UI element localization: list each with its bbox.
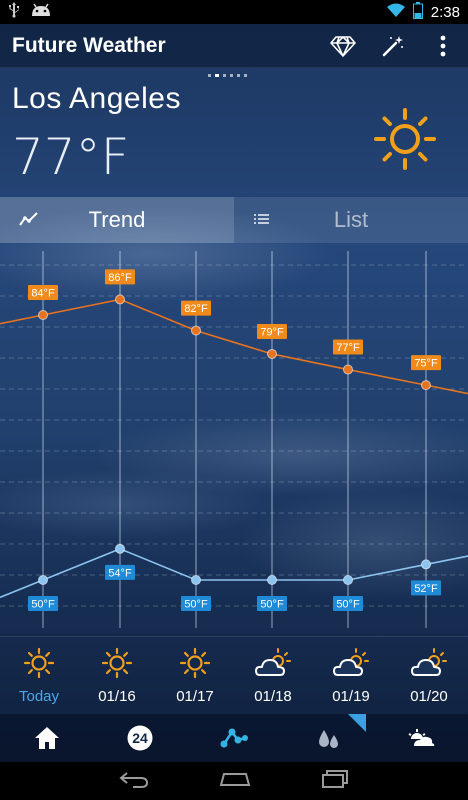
back-icon (119, 771, 149, 788)
high-temp-point (191, 325, 201, 336)
sunrise-icon (408, 729, 435, 746)
forecast-day[interactable]: 01/18 (234, 637, 312, 714)
nav-sunrise[interactable] (374, 714, 468, 762)
forecast-day[interactable]: 01/20 (390, 637, 468, 714)
action-bar: Future Weather (0, 24, 468, 68)
forecast-day-label: 01/17 (176, 688, 214, 705)
trend-chart: 84°F 86°F 82°F 79°F 77°F 75°F 50°F 54°F 50°F 50°F… (0, 243, 468, 635)
nav-trend[interactable] (187, 714, 281, 762)
tab-trend[interactable]: Trend (0, 197, 234, 243)
partly-cloudy-icon (332, 647, 370, 684)
forecast-day[interactable]: 01/16 (78, 637, 156, 714)
clock: 2:38 (430, 3, 460, 21)
trend-nodes-icon (220, 728, 248, 748)
city-name: Los Angeles (12, 82, 181, 115)
high-temp-label: 77°F (336, 342, 360, 354)
forecast-day[interactable]: 01/19 (312, 637, 390, 714)
low-temp-label: 50°F (336, 599, 360, 611)
diamond-icon (330, 35, 356, 57)
recents-icon (322, 769, 348, 788)
status-bar: 2:38 (0, 0, 468, 24)
low-temp-point (267, 575, 277, 585)
tab-list[interactable]: List (234, 197, 468, 243)
android-icon (30, 3, 52, 21)
low-temp-label: 52°F (414, 583, 438, 595)
high-temp-label: 75°F (414, 358, 438, 370)
high-temp-point (115, 294, 125, 305)
view-tabs: Trend List (0, 197, 468, 243)
24-hour-icon: 24 (127, 725, 153, 751)
svg-text:24: 24 (133, 730, 149, 746)
diamond-button[interactable] (318, 24, 368, 68)
list-icon (252, 209, 272, 234)
current-temperature: 77°F (12, 128, 130, 186)
system-navigation-bar (0, 762, 468, 800)
forecast-day[interactable]: Today (0, 637, 78, 714)
high-temp-label: 84°F (31, 288, 55, 300)
low-temp-point (38, 575, 48, 585)
page-indicator (208, 74, 247, 77)
trend-chart-svg: 84°F 86°F 82°F 79°F 77°F 75°F 50°F 54°F 50°F 50°F… (0, 251, 468, 628)
nav-precipitation[interactable] (281, 714, 375, 762)
partly-cloudy-icon (254, 647, 292, 684)
precipitation-icon (318, 730, 338, 748)
high-temp-label: 86°F (108, 272, 132, 284)
low-temp-label: 50°F (31, 599, 55, 611)
low-temp-point (421, 559, 431, 570)
new-badge (348, 714, 367, 732)
forecast-day-label: 01/18 (254, 688, 292, 705)
nav-home[interactable] (0, 714, 94, 762)
high-temp-line (0, 298, 468, 395)
low-temp-point (191, 575, 201, 585)
high-temp-point (267, 348, 277, 359)
high-temp-point (421, 380, 431, 391)
high-temp-label: 79°F (260, 326, 284, 338)
sun-icon (372, 106, 438, 177)
forecast-day[interactable]: 01/17 (156, 637, 234, 714)
low-temp-label: 54°F (108, 567, 132, 579)
wifi-icon (386, 3, 405, 21)
sun-icon (101, 647, 133, 684)
overflow-menu-button[interactable] (418, 24, 468, 68)
low-temp-point (115, 543, 125, 554)
low-temp-point (343, 575, 353, 585)
high-temp-label: 82°F (184, 303, 208, 315)
forecast-day-label: Today (18, 688, 60, 705)
battery-icon (412, 1, 423, 23)
home-nav-icon (219, 772, 251, 786)
sun-icon (23, 647, 55, 684)
low-temp-line (0, 547, 468, 599)
back-button[interactable] (119, 770, 149, 793)
high-temp-point (343, 364, 353, 375)
partly-cloudy-icon (410, 647, 448, 684)
bottom-navigation: 24 (0, 714, 468, 762)
forecast-day-label: 01/16 (98, 688, 136, 705)
high-temp-point (38, 310, 48, 320)
home-nav-button[interactable] (219, 771, 251, 792)
recents-button[interactable] (321, 769, 349, 794)
magic-wand-icon (382, 35, 403, 56)
overflow-menu-icon (440, 35, 446, 56)
trend-chart-icon (18, 209, 40, 234)
app-title: Future Weather (12, 33, 166, 57)
usb-icon (8, 2, 20, 22)
magic-wand-button[interactable] (368, 24, 418, 68)
home-icon (34, 727, 59, 749)
low-temp-label: 50°F (260, 599, 284, 611)
low-temp-label: 50°F (184, 599, 208, 611)
forecast-row: Today 01/16 01/17 01/18 01/19 01/20 (0, 636, 468, 714)
nav-24-hour[interactable]: 24 (94, 714, 188, 762)
sun-icon (179, 647, 211, 684)
forecast-day-label: 01/19 (332, 688, 370, 705)
forecast-day-label: 01/20 (410, 688, 448, 705)
